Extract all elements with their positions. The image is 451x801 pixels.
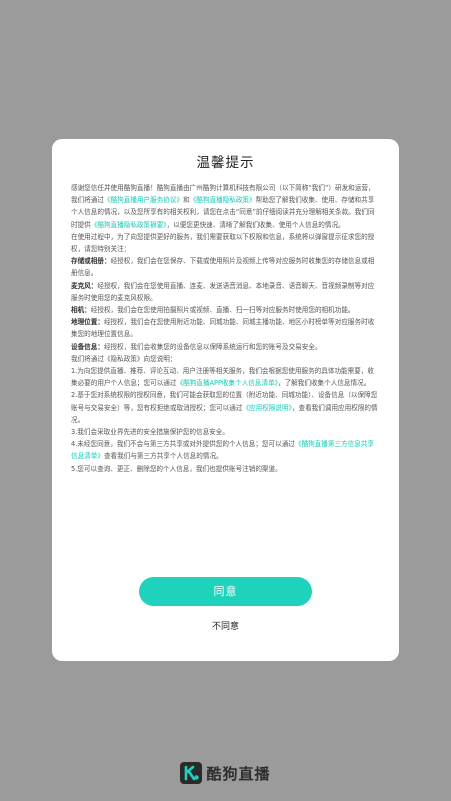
- disagree-button[interactable]: 不同意: [139, 617, 312, 637]
- microphone-permission-paragraph: 麦克风：经授权，我们会在您使用直播、连麦、发送语音消息、本地录音、语音聊天、音视…: [71, 281, 375, 302]
- permission-label: 麦克风：: [71, 281, 98, 290]
- location-permission-paragraph: 地理位置：经授权，我们会在您使用附近功能、同城功能、同城主播功能、地区小时榜单等…: [71, 318, 375, 339]
- permission-label: 地理位置：: [71, 318, 104, 327]
- policy-link[interactable]: 《酷狗直播第三方信息共享信息清单》: [71, 440, 374, 460]
- permission-label: 存储或相册：: [71, 257, 111, 266]
- camera-permission-paragraph: 相机：经授权，我们会在您使用拍摄照片或视频、直播、扫一扫等对应服务时使用您的相机…: [71, 306, 355, 315]
- policy-link[interactable]: 《酷狗直播APP收集个人信息清单》: [177, 379, 278, 387]
- dialog-content: 感谢您信任并使用酷狗直播！酷狗直播由广州酷狗计算机科技有限公司（以下简称“我们”…: [71, 182, 380, 562]
- policy-item-5: 5.您可以查询、更正、删除您的个人信息，我们也提供账号注销的渠道。: [71, 464, 282, 473]
- policy-item-4: 4.未经您同意，我们不会与第三方共享或对外提供您的个人信息；您可以通过《酷狗直播…: [71, 440, 375, 461]
- dialog-title: 温馨提示: [196, 155, 255, 171]
- policy-item-2: 2.基于您对系统权限的授权同意，我们可能会获取您的位置（附近功能、同城功能）、设…: [71, 391, 378, 424]
- permission-intro-paragraph: 在使用过程中，为了向您提供更好的服务，我们需要获取以下权限和信息，系统将以弹窗提…: [71, 232, 375, 254]
- permission-label: 设备信息：: [71, 342, 104, 351]
- policy-link[interactable]: 《应用权限说明》: [242, 404, 291, 412]
- policy-link[interactable]: 《酷狗直播隐私政策》: [190, 196, 256, 204]
- policy-link[interactable]: 《酷狗直播隐私政策摘要》: [91, 221, 167, 229]
- policy-intro-paragraph: 我们将通过《隐私政策》向您说明：: [71, 354, 177, 363]
- policy-link[interactable]: 《酷狗直播用户服务协议》: [104, 196, 183, 204]
- kugou-live-logo-icon: [180, 762, 203, 784]
- permission-label: 相机：: [71, 306, 91, 315]
- agree-button[interactable]: 同意: [139, 577, 312, 606]
- policy-item-3: 3.我们会采取业界先进的安全措施保护您的信息安全。: [71, 428, 229, 437]
- policy-item-1: 1.为向您提供直播、推荐、评论互动、用户注册等相关服务，我们会根据您使用服务的具…: [71, 367, 375, 388]
- brand-name: 酷狗直播: [206, 764, 271, 783]
- storage-permission-paragraph: 存储或相册：经授权，我们会在您保存、下载或使用照片及视频上传等对应服务时收集您的…: [71, 257, 375, 278]
- device-info-paragraph: 设备信息：经授权，我们会收集您的设备信息以保障系统运行和您的账号及交易安全。: [71, 342, 322, 351]
- intro-paragraph: 感谢您信任并使用酷狗直播！酷狗直播由广州酷狗计算机科技有限公司（以下简称“我们”…: [71, 184, 375, 229]
- brand-footer: 酷狗直播: [0, 762, 451, 784]
- privacy-dialog: 温馨提示 感谢您信任并使用酷狗直播！酷狗直播由广州酷狗计算机科技有限公司（以下简…: [52, 139, 399, 661]
